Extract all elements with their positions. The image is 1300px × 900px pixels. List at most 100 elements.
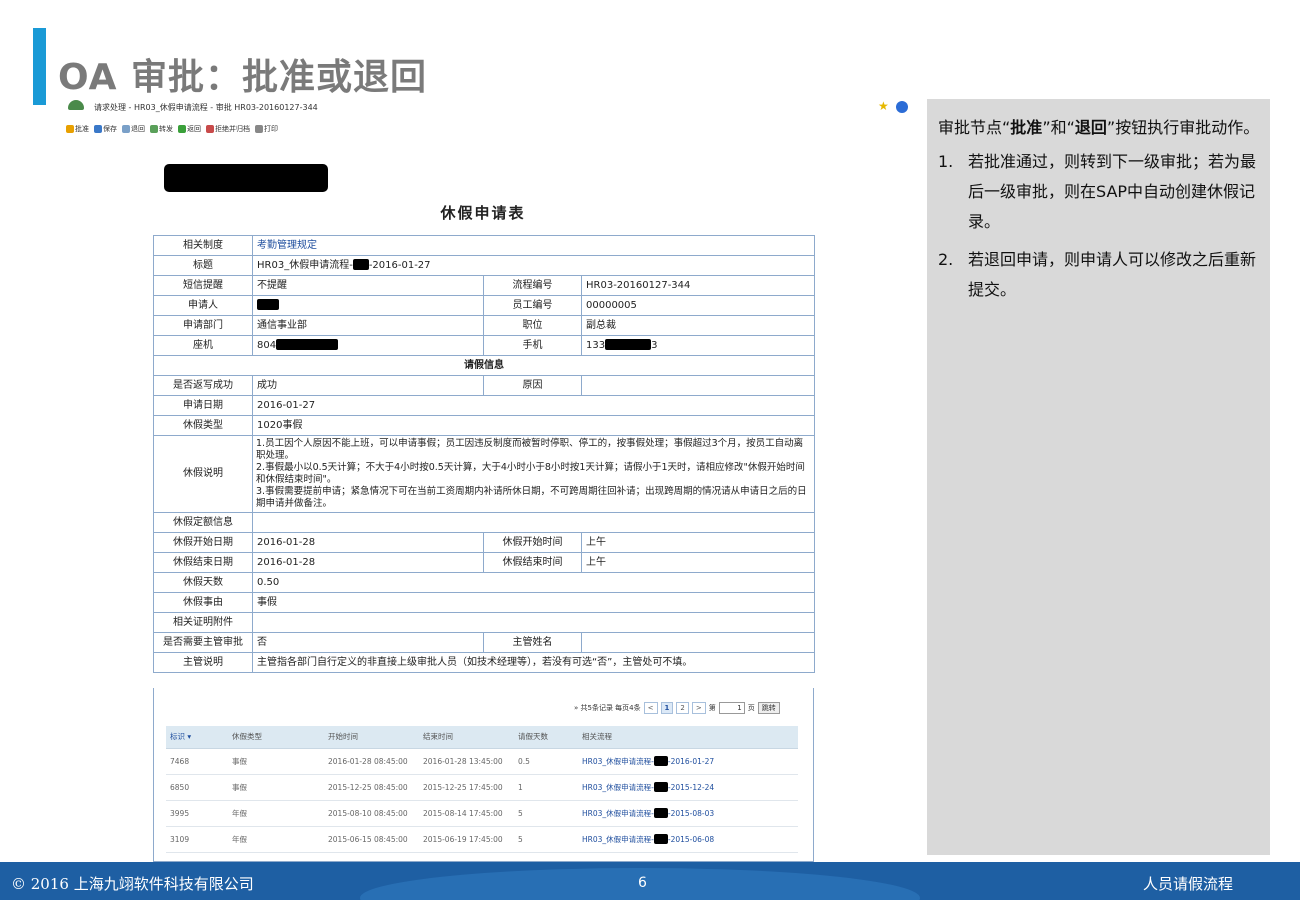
form-row: 申请人 员工编号 00000005 xyxy=(153,295,815,316)
applicant-value xyxy=(252,295,484,316)
attachment-value[interactable] xyxy=(252,612,815,633)
manager-name-value xyxy=(581,632,815,653)
redaction xyxy=(257,299,279,310)
form-row: 是否返写成功 成功 原因 xyxy=(153,375,815,396)
field-label: 是否需要主管审批 xyxy=(153,632,253,653)
slide-footer: © 2016 上海九翊软件科技有限公司 6 人员请假流程 xyxy=(0,862,1300,900)
col-header-id[interactable]: 标识 ▾ xyxy=(166,726,228,749)
col-header-end[interactable]: 结束时间 xyxy=(419,726,514,749)
back-icon xyxy=(178,125,186,133)
form-row: 座机 804 手机 133 3 xyxy=(153,335,815,356)
cell-end: 2015-12-25 17:45:00 xyxy=(419,774,514,801)
form-row: 休假说明 1.员工因个人原因不能上班，可以申请事假；员工因违反制度而被暂时停职、… xyxy=(153,435,815,513)
field-label: 申请部门 xyxy=(153,315,253,336)
table-row[interactable]: 3109 年假 2015-06-15 08:45:00 2015-06-19 1… xyxy=(166,826,798,853)
field-label: 休假开始时间 xyxy=(483,532,582,553)
table-row[interactable]: 3995 年假 2015-08-10 08:45:00 2015-08-14 1… xyxy=(166,800,798,827)
pager-page-1[interactable]: 1 xyxy=(660,702,674,714)
field-label: 手机 xyxy=(483,335,582,356)
approve-button[interactable]: 批准 xyxy=(66,122,89,136)
redaction xyxy=(653,807,668,818)
col-header-days[interactable]: 请假天数 xyxy=(514,726,578,749)
writeback-value: 成功 xyxy=(252,375,484,396)
cell-end: 2015-06-19 17:45:00 xyxy=(419,826,514,853)
related-policy-link[interactable]: 考勤管理规定 xyxy=(252,235,815,256)
approve-icon xyxy=(66,125,74,133)
forward-button[interactable]: 转发 xyxy=(150,122,173,136)
form-row: 休假开始日期 2016-01-28 休假开始时间 上午 xyxy=(153,532,815,553)
return-icon xyxy=(122,125,130,133)
cell-id: 3995 xyxy=(166,800,228,827)
note-list: 1. 若批准通过，则转到下一级审批；若为最后一级审批，则在SAP中自动创建休假记录… xyxy=(938,147,1260,305)
cell-type: 年假 xyxy=(228,800,324,827)
action-toolbar: 批准 保存 退回 转发 返回 拒绝并归档 打印 xyxy=(58,122,278,136)
field-label: 员工编号 xyxy=(483,295,582,316)
pager-prev-button[interactable]: < xyxy=(643,702,658,714)
leave-records-table: 标识 ▾ 休假类型 开始时间 结束时间 请假天数 相关流程 7468 事假 20… xyxy=(166,726,798,853)
table-row[interactable]: 7468 事假 2016-01-28 08:45:00 2016-01-28 1… xyxy=(166,748,798,775)
redaction xyxy=(653,755,668,766)
field-label: 休假事由 xyxy=(153,592,253,613)
col-header-type[interactable]: 休假类型 xyxy=(228,726,324,749)
field-label: 休假开始日期 xyxy=(153,532,253,553)
redaction xyxy=(276,339,339,350)
field-label: 休假类型 xyxy=(153,415,253,436)
cell-start: 2015-12-25 08:45:00 xyxy=(324,774,419,801)
end-date-value: 2016-01-28 xyxy=(252,552,484,573)
pager-summary: » 共5条记录 每页4条 xyxy=(574,704,641,712)
explanation-panel: 审批节点“批准”和“退回”按钮执行审批动作。 1. 若批准通过，则转到下一级审批；… xyxy=(927,99,1270,855)
redacted-company-logo xyxy=(164,164,328,192)
need-manager-value: 否 xyxy=(252,632,484,653)
browser-title-bar: 请求处理 - HR03_休假申请流程 - 审批 HR03-20160127-34… xyxy=(58,98,908,116)
cell-flow-link[interactable]: HR03_休假申请流程- -2016-01-27 xyxy=(578,748,798,775)
end-time-value: 上午 xyxy=(581,552,815,573)
cell-days: 0.5 xyxy=(514,748,578,775)
col-header-flow[interactable]: 相关流程 xyxy=(578,726,798,749)
form-row: 休假天数 0.50 xyxy=(153,572,815,593)
apply-date-value: 2016-01-27 xyxy=(252,395,815,416)
field-label: 职位 xyxy=(483,315,582,336)
app-logo-icon xyxy=(68,100,84,110)
favorite-star-icon[interactable]: ★ xyxy=(878,99,889,113)
cell-id: 3109 xyxy=(166,826,228,853)
cell-id: 6850 xyxy=(166,774,228,801)
browser-title-text: 请求处理 - HR03_休假申请流程 - 审批 HR03-20160127-34… xyxy=(94,103,318,112)
save-button[interactable]: 保存 xyxy=(94,122,117,136)
field-label: 休假结束时间 xyxy=(483,552,582,573)
table-row[interactable]: 6850 事假 2015-12-25 08:45:00 2015-12-25 1… xyxy=(166,774,798,801)
cell-flow-link[interactable]: HR03_休假申请流程- -2015-12-24 xyxy=(578,774,798,801)
leave-type-value: 1020事假 xyxy=(252,415,815,436)
start-time-value: 上午 xyxy=(581,532,815,553)
pager-page-2[interactable]: 2 xyxy=(676,702,689,714)
reject-archive-button[interactable]: 拒绝并归档 xyxy=(206,122,250,136)
back-button[interactable]: 返回 xyxy=(178,122,201,136)
slide-title: OA 审批：批准或退回 xyxy=(58,57,428,98)
oa-browser-window: 请求处理 - HR03_休假申请流程 - 审批 HR03-20160127-34… xyxy=(58,96,908,862)
print-button[interactable]: 打印 xyxy=(255,122,278,136)
form-row: 相关证明附件 xyxy=(153,612,815,633)
pager-next-button[interactable]: > xyxy=(691,702,706,714)
redaction xyxy=(605,339,652,350)
pager-page-input[interactable]: 1 xyxy=(718,702,745,714)
form-row: 休假定额信息 xyxy=(153,512,815,533)
pager-go-button[interactable]: 跳转 xyxy=(757,702,780,714)
form-row: 休假事由 事假 xyxy=(153,592,815,613)
footer-topic: 人员请假流程 xyxy=(1143,875,1234,893)
mobile-value: 133 3 xyxy=(581,335,815,356)
cell-flow-link[interactable]: HR03_休假申请流程- -2015-06-08 xyxy=(578,826,798,853)
list-item: 1. 若批准通过，则转到下一级审批；若为最后一级审批，则在SAP中自动创建休假记录… xyxy=(938,152,1257,231)
cell-days: 5 xyxy=(514,826,578,853)
phone-value: 804 xyxy=(252,335,484,356)
quota-value xyxy=(252,512,815,533)
form-row: 是否需要主管审批 否 主管姓名 xyxy=(153,632,815,653)
cell-start: 2015-08-10 08:45:00 xyxy=(324,800,419,827)
cell-end: 2016-01-28 13:45:00 xyxy=(419,748,514,775)
form-row: 申请部门 通信事业部 职位 副总裁 xyxy=(153,315,815,336)
pager-goto-suffix: 页 xyxy=(747,704,755,712)
section-heading: 请假信息 xyxy=(153,355,815,376)
browser-menu-icon[interactable] xyxy=(896,101,908,113)
col-header-start[interactable]: 开始时间 xyxy=(324,726,419,749)
redaction xyxy=(653,781,668,792)
return-button[interactable]: 退回 xyxy=(122,122,145,136)
cell-flow-link[interactable]: HR03_休假申请流程- -2015-08-03 xyxy=(578,800,798,827)
